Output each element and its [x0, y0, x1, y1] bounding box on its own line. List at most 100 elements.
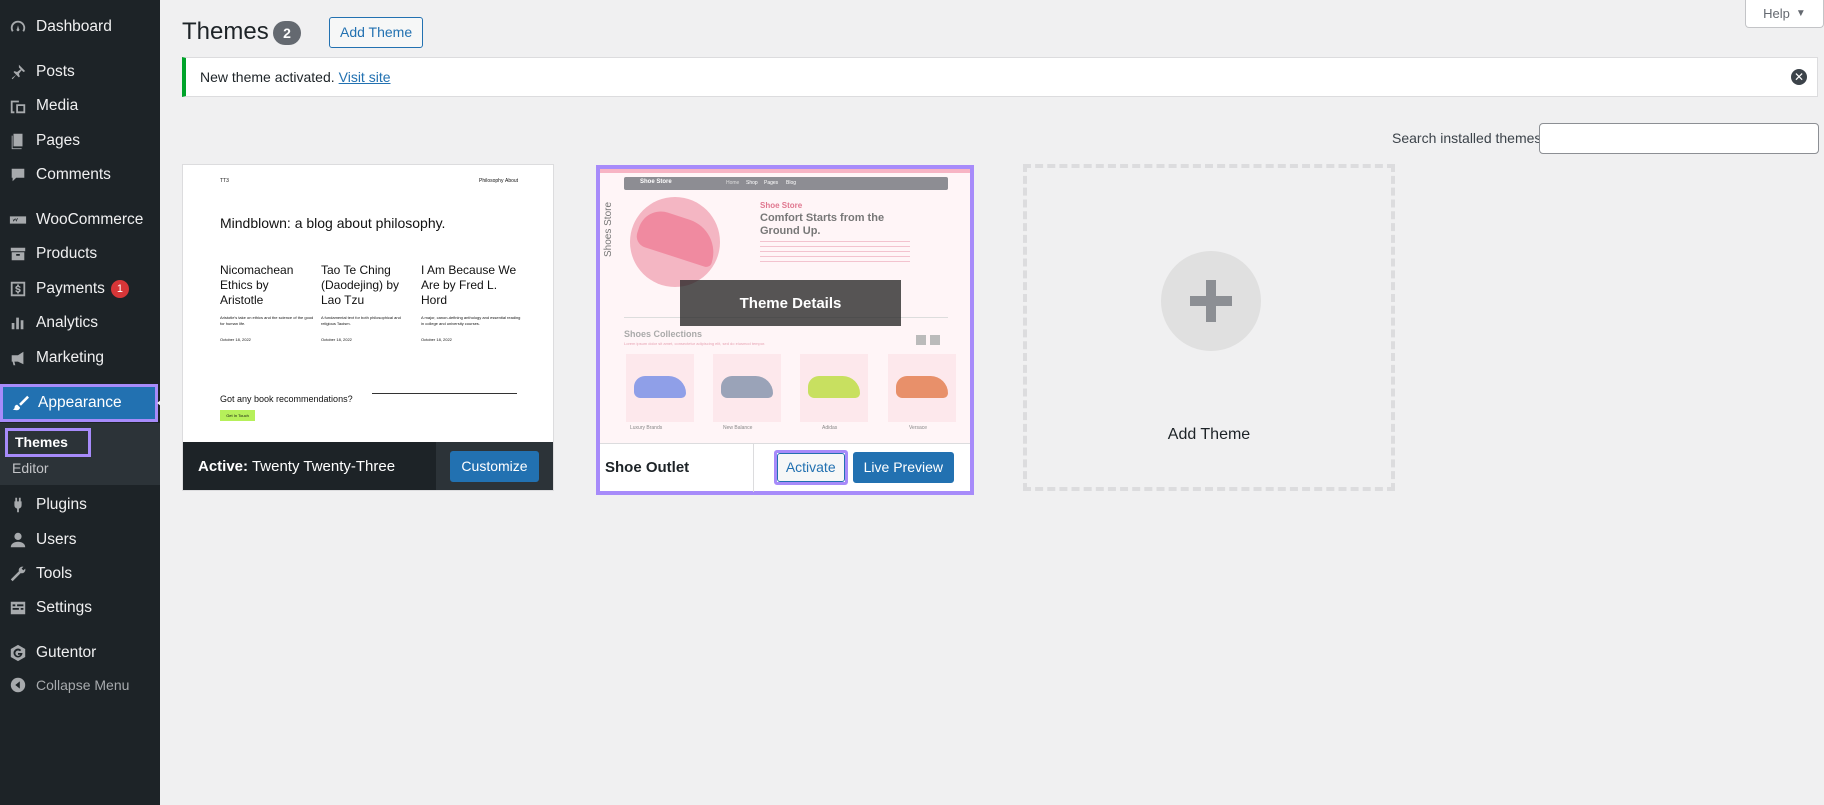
- help-tab-button[interactable]: Help ▼: [1745, 0, 1824, 28]
- sidebar-item-label: Media: [36, 97, 79, 114]
- theme-card-twenty-twenty-three[interactable]: TT3 Philosophy About Mindblown: a blog a…: [182, 164, 554, 491]
- preview-product-shoe: [634, 376, 686, 398]
- sidebar-item-label: Plugins: [36, 496, 87, 513]
- sidebar-item-label: Settings: [36, 599, 93, 616]
- sidebar-item-comments[interactable]: Comments: [0, 158, 160, 192]
- archive-icon: [0, 245, 36, 263]
- sidebar-item-gutentor[interactable]: Gutentor: [0, 636, 160, 670]
- collapse-menu-button[interactable]: Collapse Menu: [0, 668, 160, 702]
- preview-headline: Mindblown: a blog about philosophy.: [220, 215, 446, 231]
- submenu-item-themes[interactable]: Themes: [5, 428, 91, 457]
- preview-lorem: [760, 241, 910, 263]
- preview-navbar: Shoe Store Home Shop Pages Blog: [624, 177, 948, 190]
- active-theme-name: Active: Twenty Twenty-Three: [183, 458, 395, 475]
- theme-activated-notice: New theme activated. Visit site ✕: [182, 57, 1818, 97]
- sidebar-item-dashboard[interactable]: Dashboard: [0, 10, 160, 44]
- dollar-icon: [0, 280, 36, 298]
- user-icon: [0, 531, 36, 549]
- preview-topbar: [600, 169, 970, 173]
- preview-post-title: I Am Because We Are by Fred L. Hord: [421, 263, 517, 307]
- preview-nav-item: About: [505, 178, 519, 184]
- wrench-icon: [0, 565, 36, 583]
- activate-button[interactable]: Activate: [776, 453, 845, 482]
- sidebar-item-tools[interactable]: Tools: [0, 557, 160, 591]
- caret-down-icon: ▼: [1795, 8, 1806, 19]
- sidebar-item-label: Users: [36, 531, 77, 548]
- notice-text: New theme activated.: [200, 69, 335, 85]
- theme-actions: Activate Live Preview: [752, 443, 970, 492]
- preview-post-excerpt: Aristotle's take on ethics and the scien…: [220, 315, 314, 326]
- sidebar-item-media[interactable]: Media: [0, 89, 160, 123]
- megaphone-icon: [0, 349, 36, 367]
- preview-product-name: Adidas: [822, 425, 838, 431]
- theme-actions: Customize: [436, 442, 553, 490]
- next-arrow-icon: [930, 335, 940, 345]
- sidebar-item-analytics[interactable]: Analytics: [0, 306, 160, 340]
- preview-vertical-text: Shoes Store: [603, 201, 614, 257]
- preview-product-shoe: [721, 376, 773, 398]
- woo-icon: [0, 211, 36, 229]
- sidebar-item-label: Pages: [36, 132, 80, 149]
- sidebar-item-label: Payments: [36, 280, 105, 297]
- theme-card-shoe-outlet[interactable]: Shoe Store Home Shop Pages Blog Shoes St…: [596, 165, 974, 495]
- preview-collections-title: Shoes Collections: [624, 329, 703, 339]
- sidebar-item-label: Analytics: [36, 314, 99, 331]
- sidebar-item-woocommerce[interactable]: WooCommerce: [0, 203, 160, 237]
- theme-card-footer: Shoe Outlet Activate Live Preview: [600, 443, 970, 492]
- theme-screenshot[interactable]: Shoe Store Home Shop Pages Blog Shoes St…: [600, 169, 970, 444]
- preview-post-title: Nicomachean Ethics by Aristotle: [220, 263, 294, 307]
- preview-product-shoe: [808, 376, 860, 398]
- sidebar-item-users[interactable]: Users: [0, 523, 160, 557]
- sidebar-item-appearance[interactable]: Appearance: [0, 384, 165, 422]
- settings-icon: [0, 599, 36, 617]
- preview-divider: [372, 393, 517, 394]
- preview-post-excerpt: A fundamental text for both philosophica…: [321, 315, 401, 326]
- preview-nav-item: Home: [726, 180, 740, 186]
- notification-badge: 1: [110, 280, 129, 298]
- add-theme-button[interactable]: Add Theme: [329, 17, 424, 48]
- dismiss-notice-icon[interactable]: ✕: [1791, 69, 1807, 85]
- current-menu-arrow: [157, 397, 165, 409]
- pages-icon: [0, 132, 36, 150]
- active-theme-title: Twenty Twenty-Three: [251, 457, 396, 475]
- preview-product-shoe: [896, 376, 948, 398]
- sidebar-item-label: Gutentor: [36, 644, 97, 661]
- search-themes-input[interactable]: [1539, 123, 1819, 154]
- submenu-item-editor[interactable]: Editor: [12, 460, 49, 476]
- sidebar-item-marketing[interactable]: Marketing: [0, 341, 160, 375]
- dashboard-icon: [0, 18, 36, 36]
- sidebar-item-pages[interactable]: Pages: [0, 124, 160, 158]
- sidebar-item-settings[interactable]: Settings: [0, 591, 160, 625]
- preview-product-card: [713, 354, 781, 422]
- theme-details-button[interactable]: Theme Details: [680, 280, 901, 326]
- theme-screenshot[interactable]: TT3 Philosophy About Mindblown: a blog a…: [183, 165, 553, 444]
- plug-icon: [0, 496, 36, 514]
- media-icon: [0, 97, 36, 115]
- page-title: Themes: [182, 18, 269, 45]
- live-preview-button[interactable]: Live Preview: [852, 452, 954, 483]
- theme-count-badge: 2: [273, 21, 301, 45]
- preview-post-date: October 18, 2022: [220, 337, 251, 342]
- preview-eyebrow: Shoe Store: [760, 201, 803, 210]
- sidebar-item-posts[interactable]: Posts: [0, 55, 160, 89]
- pin-icon: [0, 63, 36, 81]
- preview-post-title: Tao Te Ching (Daodejing) by Lao Tzu: [321, 263, 400, 307]
- sidebar-item-products[interactable]: Products: [0, 237, 160, 271]
- preview-brand: Shoe Store: [640, 179, 672, 185]
- theme-card-footer: Active: Twenty Twenty-Three Customize: [183, 442, 553, 490]
- preview-product-card: [888, 354, 956, 422]
- preview-post-date: October 18, 2022: [421, 337, 452, 342]
- sidebar-item-payments[interactable]: Payments 1: [0, 272, 160, 306]
- add-new-theme-card[interactable]: Add Theme: [1023, 164, 1395, 491]
- gutentor-icon: [0, 644, 36, 662]
- sidebar-item-label: Appearance: [38, 394, 122, 411]
- sidebar-item-plugins[interactable]: Plugins: [0, 488, 160, 522]
- customize-button[interactable]: Customize: [450, 450, 539, 482]
- help-label: Help: [1763, 6, 1790, 21]
- sidebar-item-label: Dashboard: [36, 18, 112, 35]
- preview-nav-item: Shop: [746, 180, 758, 186]
- active-prefix: Active:: [198, 457, 249, 475]
- collapse-icon: [0, 676, 36, 694]
- appearance-submenu: Themes Editor: [0, 423, 160, 485]
- visit-site-link[interactable]: Visit site: [339, 69, 391, 85]
